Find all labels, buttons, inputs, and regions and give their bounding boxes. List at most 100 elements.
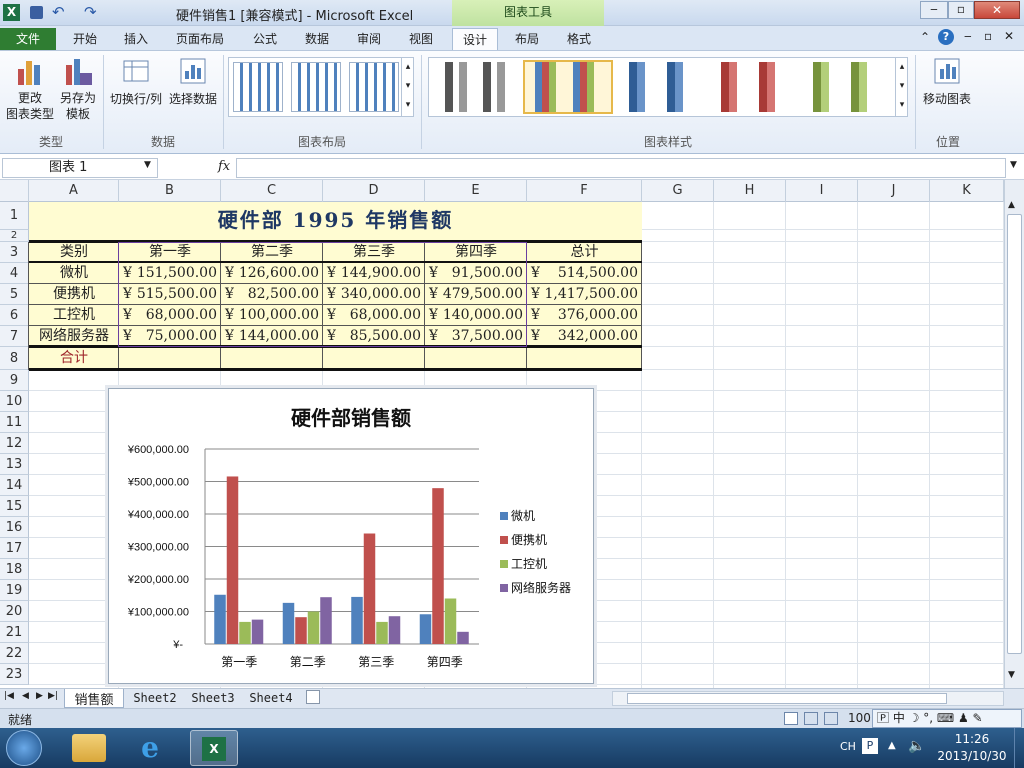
redo-icon[interactable]: ↷: [84, 3, 97, 21]
formula-input[interactable]: [236, 158, 1006, 178]
layout-gallery-scroll[interactable]: ▴ ▾ ▾: [401, 58, 414, 116]
row-header[interactable]: 22: [0, 643, 29, 664]
clock-date[interactable]: 2013/10/30: [934, 749, 1010, 763]
sheet-nav-last-icon[interactable]: ▶|: [48, 691, 58, 701]
zoom-level[interactable]: 100: [848, 711, 871, 725]
row-header[interactable]: 18: [0, 559, 29, 580]
start-button[interactable]: [6, 730, 42, 766]
table-header-cell[interactable]: 类别: [29, 242, 119, 263]
excel-taskbar-button[interactable]: X: [190, 730, 238, 766]
sheet-tab-sheet2[interactable]: Sheet2: [128, 691, 182, 705]
tab-data[interactable]: 数据: [296, 28, 338, 50]
row-header[interactable]: 8: [0, 347, 29, 370]
excel-icon[interactable]: X: [3, 4, 20, 21]
ime-tray-icon[interactable]: P: [862, 738, 878, 754]
tab-review[interactable]: 审阅: [348, 28, 390, 50]
row-header[interactable]: 17: [0, 538, 29, 559]
style-option-gray[interactable]: [435, 62, 519, 112]
chart-object[interactable]: 硬件部销售额 ¥- ¥100,000.00 ¥200,000.00 ¥300,000.0…: [108, 388, 594, 684]
layout-option-3[interactable]: [349, 62, 399, 112]
normal-view-icon[interactable]: [784, 712, 798, 725]
style-option-green[interactable]: [803, 62, 887, 112]
row-header[interactable]: 15: [0, 496, 29, 517]
tab-file[interactable]: 文件: [0, 28, 56, 50]
row-header[interactable]: 9: [0, 370, 29, 391]
style-option-red[interactable]: [711, 62, 795, 112]
close-button[interactable]: ✕: [974, 1, 1020, 19]
clock-time[interactable]: 11:26: [950, 732, 994, 746]
row-header[interactable]: 10: [0, 391, 29, 412]
minimize-ribbon-icon[interactable]: ⌃: [920, 30, 930, 44]
workbook-minimize-icon[interactable]: ‒: [964, 29, 972, 43]
currency-cell[interactable]: ¥1,417,500.00: [527, 284, 642, 305]
col-header-b[interactable]: B: [119, 180, 221, 202]
tab-home[interactable]: 开始: [62, 28, 108, 50]
tab-page-layout[interactable]: 页面布局: [166, 28, 234, 50]
category-cell[interactable]: 便携机: [29, 284, 119, 305]
formula-expand-icon[interactable]: ▼: [1010, 160, 1017, 170]
switch-row-column-button[interactable]: 切换行/列: [106, 55, 166, 107]
sheet-nav-prev-icon[interactable]: ◀: [22, 691, 29, 701]
row-header[interactable]: 14: [0, 475, 29, 496]
chart-layout-gallery[interactable]: ▴ ▾ ▾: [228, 57, 414, 117]
sheet-tab-sheet4[interactable]: Sheet4: [244, 691, 298, 705]
restore-button[interactable]: ▫: [948, 1, 974, 19]
col-header-a[interactable]: A: [29, 180, 119, 202]
page-layout-view-icon[interactable]: [804, 712, 818, 725]
row-header[interactable]: 1: [0, 202, 29, 230]
sheet-tab-sales[interactable]: 销售额: [64, 689, 124, 708]
layout-option-1[interactable]: [233, 62, 283, 112]
row-header[interactable]: 6: [0, 305, 29, 326]
vertical-scrollbar[interactable]: ▲ ▼: [1004, 180, 1024, 688]
col-header-f[interactable]: F: [527, 180, 642, 202]
fx-icon[interactable]: fx: [218, 159, 230, 174]
row-header[interactable]: 19: [0, 580, 29, 601]
table-header-cell[interactable]: 总计: [527, 242, 642, 263]
currency-cell[interactable]: ¥342,000.00: [527, 326, 642, 347]
style-gallery-scroll[interactable]: ▴ ▾ ▾: [895, 58, 908, 116]
sheet-tab-sheet3[interactable]: Sheet3: [186, 691, 240, 705]
tab-layout[interactable]: 布局: [506, 28, 548, 50]
currency-cell[interactable]: ¥376,000.00: [527, 305, 642, 326]
ie-icon[interactable]: e: [134, 732, 166, 764]
workbook-close-icon[interactable]: ✕: [1004, 29, 1014, 43]
row-header[interactable]: 23: [0, 664, 29, 685]
undo-icon[interactable]: ↶: [52, 3, 65, 21]
show-desktop-button[interactable]: [1014, 728, 1024, 768]
col-header-j[interactable]: J: [858, 180, 930, 202]
style-option-blue[interactable]: [619, 62, 703, 112]
row-header[interactable]: 3: [0, 242, 29, 263]
currency-cell[interactable]: ¥514,500.00: [527, 263, 642, 284]
save-as-template-button[interactable]: 另存为 模板: [56, 55, 100, 122]
row-header[interactable]: 7: [0, 326, 29, 347]
language-indicator[interactable]: CH: [840, 740, 856, 753]
select-data-button[interactable]: 选择数据: [166, 55, 220, 107]
category-cell[interactable]: 微机: [29, 263, 119, 284]
row-header[interactable]: 4: [0, 263, 29, 284]
tray-expand-icon[interactable]: ▲: [888, 740, 896, 751]
row-header[interactable]: 20: [0, 601, 29, 622]
col-header-i[interactable]: I: [786, 180, 858, 202]
col-header-h[interactable]: H: [714, 180, 786, 202]
tab-formulas[interactable]: 公式: [244, 28, 286, 50]
move-chart-button[interactable]: 移动图表: [918, 55, 976, 107]
help-icon[interactable]: ?: [938, 29, 954, 45]
volume-icon[interactable]: 🔈: [908, 738, 925, 754]
scroll-up-icon[interactable]: ▲: [1008, 200, 1015, 210]
col-header-k[interactable]: K: [930, 180, 1004, 202]
hscroll-thumb[interactable]: [627, 693, 947, 704]
sheet-title[interactable]: 硬件部 1995 年销售额: [29, 204, 642, 233]
style-option-color-selected[interactable]: [523, 60, 613, 114]
col-header-g[interactable]: G: [642, 180, 714, 202]
col-header-e[interactable]: E: [425, 180, 527, 202]
sheet-nav-next-icon[interactable]: ▶: [36, 691, 43, 701]
name-box[interactable]: 图表 1: [2, 158, 158, 178]
minimize-button[interactable]: ‒: [920, 1, 948, 19]
chart-area[interactable]: 硬件部销售额 ¥- ¥100,000.00 ¥200,000.00 ¥300,000.0…: [109, 389, 595, 685]
name-box-dropdown-icon[interactable]: ▼: [144, 160, 151, 170]
row-header[interactable]: 12: [0, 433, 29, 454]
ime-toolbar[interactable]: 🄿 中 ☽ °, ⌨ ♟ ✎: [872, 709, 1022, 728]
row-header[interactable]: 21: [0, 622, 29, 643]
page-break-view-icon[interactable]: [824, 712, 838, 725]
total-label-cell[interactable]: 合计: [29, 347, 119, 370]
